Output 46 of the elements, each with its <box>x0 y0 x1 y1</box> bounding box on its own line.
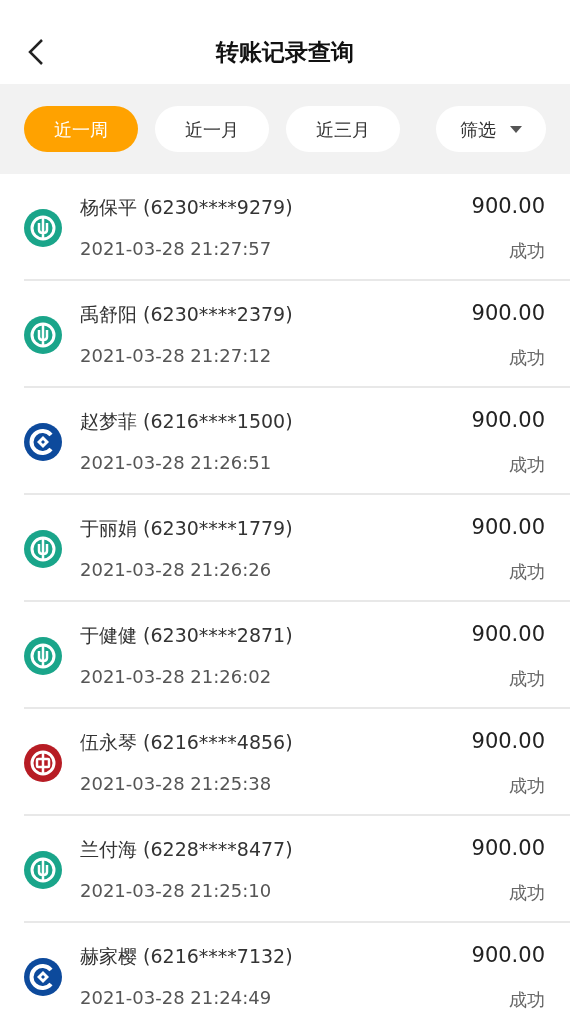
filter-dropdown[interactable]: 筛选 <box>436 106 546 152</box>
caret-icon <box>510 125 522 133</box>
coin-logo-icon <box>24 957 62 996</box>
transfer-time: 2021-03-28 21:26:02 <box>80 665 273 690</box>
period-tab[interactable]: 近一月 <box>155 106 269 152</box>
transfer-status: 成功 <box>509 345 545 370</box>
transfer-time: 2021-03-28 21:25:38 <box>80 772 273 797</box>
transfer-time: 2021-03-28 21:27:57 <box>80 237 273 262</box>
transfer-amount: 900.00 <box>471 621 545 649</box>
transfer-amount: 900.00 <box>471 728 545 756</box>
recipient-name: 于健健 (6230****2871) <box>80 622 293 648</box>
transfer-status: 成功 <box>509 773 545 798</box>
transfer-amount: 900.00 <box>471 942 545 970</box>
wheat-coin-icon <box>24 636 62 675</box>
recipient-name: 杨保平 (6230****9279) <box>80 194 293 220</box>
wheat-coin-icon <box>24 850 62 889</box>
recipient-name: 禹舒阳 (6230****2379) <box>80 301 293 327</box>
transfer-status: 成功 <box>509 666 545 691</box>
transfer-amount: 900.00 <box>471 514 545 542</box>
transfer-status: 成功 <box>509 238 545 263</box>
back-icon <box>27 38 45 66</box>
transfer-status: 成功 <box>509 452 545 477</box>
wheat-coin-icon <box>24 315 62 354</box>
wheat-coin-icon <box>24 208 62 247</box>
transfer-amount: 900.00 <box>471 835 545 863</box>
recipient-name: 赫家樱 (6216****7132) <box>80 943 293 969</box>
coin-logo-icon <box>24 743 62 782</box>
transfer-amount: 900.00 <box>471 193 545 221</box>
transfer-amount: 900.00 <box>471 300 545 328</box>
transfer-amount: 900.00 <box>471 407 545 435</box>
coin-logo-icon <box>24 422 62 461</box>
recipient-name: 赵梦菲 (6216****1500) <box>80 408 293 434</box>
transfer-status: 成功 <box>509 559 545 584</box>
transfer-status: 成功 <box>509 880 545 905</box>
transfer-time: 2021-03-28 21:27:12 <box>80 344 273 369</box>
transfer-status: 成功 <box>509 987 545 1012</box>
transfer-time: 2021-03-28 21:24:49 <box>80 986 273 1011</box>
page-title: 转账记录查询 <box>216 37 354 67</box>
period-tab[interactable]: 近三月 <box>286 106 400 152</box>
transfer-time: 2021-03-28 21:26:51 <box>80 451 273 476</box>
transfer-time: 2021-03-28 21:26:26 <box>80 558 273 583</box>
recipient-name: 于丽娟 (6230****1779) <box>80 515 293 541</box>
transfer-time: 2021-03-28 21:25:10 <box>80 879 273 904</box>
wheat-coin-icon <box>24 529 62 568</box>
recipient-name: 兰付海 (6228****8477) <box>80 836 293 862</box>
recipient-name: 伍永琴 (6216****4856) <box>80 729 293 755</box>
